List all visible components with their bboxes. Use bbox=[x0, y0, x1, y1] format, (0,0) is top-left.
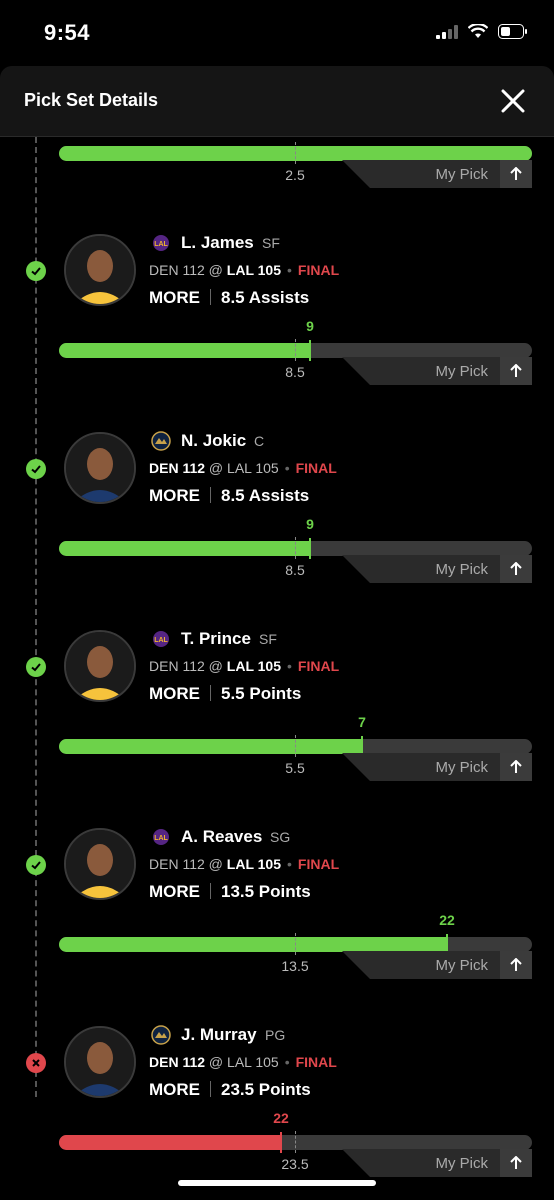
pick-card[interactable]: LAL L. James SF DEN 112 @ LAL 105 • FINAL … bbox=[0, 137, 554, 385]
home-score: LAL 105 bbox=[227, 460, 279, 476]
game-status: FINAL bbox=[297, 262, 340, 278]
line-marker bbox=[295, 1131, 296, 1153]
game-status: FINAL bbox=[295, 1054, 337, 1070]
player-name: A. Reaves bbox=[181, 827, 263, 846]
page-title: Pick Set Details bbox=[24, 90, 159, 110]
pick-direction: MORE bbox=[149, 684, 200, 703]
check-icon bbox=[26, 261, 46, 281]
player-avatar bbox=[64, 828, 136, 900]
my-pick-label: My Pick bbox=[435, 1155, 489, 1172]
progress-bar bbox=[59, 1131, 532, 1153]
battery-icon bbox=[498, 24, 527, 39]
away-score: DEN 112 bbox=[149, 262, 205, 278]
player-name: J. Murray bbox=[181, 1025, 257, 1044]
pick-direction: MORE bbox=[149, 486, 200, 505]
stat-line: 13.5 Points bbox=[221, 882, 311, 901]
status-icons bbox=[436, 24, 528, 39]
pick-card[interactable]: LAL T. Prince SF DEN 112 @ LAL 105 • FINAL… bbox=[0, 533, 554, 781]
game-score: DEN 112 @ LAL 105 • FINAL bbox=[149, 658, 340, 674]
game-status: FINAL bbox=[295, 460, 337, 476]
check-icon bbox=[26, 657, 46, 677]
away-score: DEN 112 bbox=[149, 856, 205, 872]
svg-text:LAL: LAL bbox=[154, 835, 168, 842]
line-value: 23.5 bbox=[281, 1156, 309, 1172]
svg-text:LAL: LAL bbox=[154, 637, 168, 644]
my-pick-button[interactable]: My Pick bbox=[342, 1149, 532, 1177]
lakers-logo-icon: LAL bbox=[153, 631, 169, 647]
stat-line: 8.5 Assists bbox=[221, 486, 310, 505]
svg-text:LAL: LAL bbox=[154, 241, 168, 248]
result-value: 9 bbox=[306, 318, 314, 334]
home-score: LAL 105 bbox=[226, 262, 281, 278]
player-position: SG bbox=[270, 829, 291, 845]
game-score: DEN 112 @ LAL 105 • FINAL bbox=[149, 262, 340, 278]
player-name: T. Prince bbox=[181, 629, 251, 648]
player-avatar bbox=[64, 234, 136, 306]
player-name: L. James bbox=[181, 233, 254, 252]
check-icon bbox=[26, 459, 46, 479]
result-value: 22 bbox=[273, 1110, 289, 1126]
pick-line: MORE 23.5 Points bbox=[149, 1080, 311, 1100]
player-name: N. Jokic bbox=[181, 431, 247, 450]
stat-line: 5.5 Points bbox=[221, 684, 302, 703]
game-status: FINAL bbox=[297, 658, 340, 674]
cellular-signal-icon bbox=[436, 24, 458, 39]
game-score: DEN 112 @ LAL 105 • FINAL bbox=[149, 856, 340, 872]
pick-line: MORE 8.5 Assists bbox=[149, 288, 309, 308]
pick-card[interactable]: N. Jokic C DEN 112 @ LAL 105 • FINAL MORE 8… bbox=[0, 335, 554, 583]
game-score: DEN 112 @ LAL 105 • FINAL bbox=[149, 1054, 337, 1070]
result-value: 7 bbox=[358, 714, 366, 730]
check-icon bbox=[26, 855, 46, 875]
game-score: DEN 112 @ LAL 105 • FINAL bbox=[149, 460, 337, 476]
pick-direction: MORE bbox=[149, 882, 200, 901]
nuggets-logo-icon bbox=[151, 431, 171, 451]
pick-line: MORE 8.5 Assists bbox=[149, 486, 309, 506]
stat-line: 23.5 Points bbox=[221, 1080, 311, 1099]
result-marker bbox=[280, 1132, 282, 1153]
player-position: C bbox=[254, 433, 265, 449]
player-avatar bbox=[64, 630, 136, 702]
player-position: SF bbox=[259, 631, 277, 647]
lakers-logo-icon: LAL bbox=[153, 829, 169, 845]
home-score: LAL 105 bbox=[226, 856, 281, 872]
player-avatar bbox=[64, 432, 136, 504]
away-score: DEN 112 bbox=[149, 1054, 206, 1070]
arrow-up-icon[interactable] bbox=[500, 1149, 532, 1177]
pick-line: MORE 13.5 Points bbox=[149, 882, 311, 902]
lakers-logo-icon: LAL bbox=[153, 235, 169, 251]
home-score: LAL 105 bbox=[227, 1054, 279, 1070]
home-indicator bbox=[178, 1180, 376, 1186]
progress-fill bbox=[59, 1135, 281, 1150]
status-bar: 9:54 bbox=[0, 0, 554, 66]
player-position: PG bbox=[265, 1027, 286, 1043]
player-avatar bbox=[64, 1026, 136, 1098]
pick-direction: MORE bbox=[149, 288, 200, 307]
pick-direction: MORE bbox=[149, 1080, 200, 1099]
wifi-icon bbox=[468, 24, 488, 38]
pick-card[interactable]: LAL A. Reaves SG DEN 112 @ LAL 105 • FINAL… bbox=[0, 731, 554, 979]
stat-line: 8.5 Assists bbox=[221, 288, 310, 307]
player-position: SF bbox=[262, 235, 280, 251]
result-value: 22 bbox=[439, 912, 455, 928]
pick-line: MORE 5.5 Points bbox=[149, 684, 301, 704]
result-value: 9 bbox=[306, 516, 314, 532]
pick-card[interactable]: J. Murray PG DEN 112 @ LAL 105 • FINAL MOR… bbox=[0, 929, 554, 1177]
nuggets-logo-icon bbox=[151, 1025, 171, 1045]
modal-header: Pick Set Details bbox=[0, 66, 554, 137]
picks-list[interactable]: 2.5 My Pick LAL L. James SF DEN 112 @ LA… bbox=[0, 137, 554, 1200]
away-score: DEN 112 bbox=[149, 460, 206, 476]
status-time: 9:54 bbox=[44, 20, 91, 45]
x-mark-icon bbox=[26, 1053, 46, 1073]
home-score: LAL 105 bbox=[226, 658, 281, 674]
away-score: DEN 112 bbox=[149, 658, 205, 674]
close-icon[interactable] bbox=[498, 86, 528, 116]
game-status: FINAL bbox=[297, 856, 340, 872]
